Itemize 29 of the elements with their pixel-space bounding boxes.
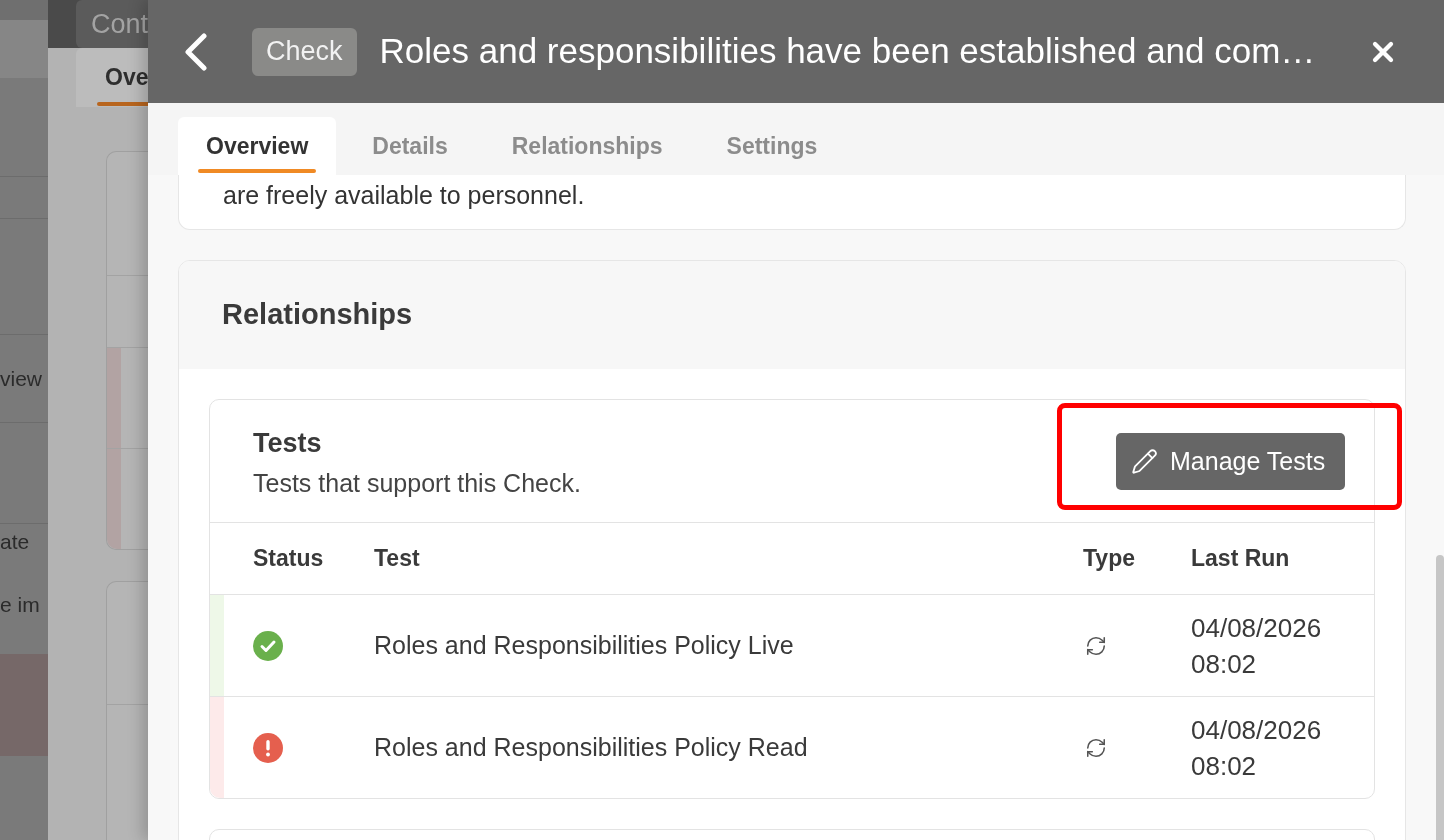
- tab[interactable]: Ove: [76, 48, 148, 107]
- sync-icon: [1085, 634, 1107, 657]
- panel-title: Roles and responsibilities have been established and com…: [379, 30, 1316, 73]
- pencil-icon: [1131, 448, 1158, 475]
- chevron-left-icon: [183, 32, 209, 71]
- last-run-time: 04/08/2026 08:02: [1191, 611, 1323, 681]
- test-row[interactable]: Roles and Responsibilities Policy Read 04/08/2026 08:02: [210, 696, 1374, 798]
- type-chip: Check: [252, 27, 357, 76]
- tab[interactable]: Overview: [178, 117, 337, 175]
- tests-subtitle: Tests that support this Check.: [253, 468, 581, 498]
- test-name: Roles and Responsibilities Policy Read: [374, 731, 809, 763]
- page-top-bar: [0, 0, 48, 20]
- section-title: Relationships: [222, 297, 413, 333]
- row-text: ate: [0, 529, 31, 555]
- sync-icon: [1085, 736, 1107, 759]
- test-row[interactable]: Roles and Responsibilities Policy Live 04/08/2026 08:02: [210, 594, 1374, 696]
- scrollbar-thumb[interactable]: [1436, 555, 1444, 840]
- type-chip: Cont: [76, 0, 148, 48]
- tests-title: Tests: [253, 428, 323, 458]
- column-header: Test: [374, 544, 421, 574]
- description-text: are freely available to personnel.: [223, 181, 586, 209]
- row-text: e im: [0, 592, 41, 618]
- manage-tests-button[interactable]: Manage Tests: [1116, 433, 1345, 490]
- column-header: Last Run: [1191, 544, 1291, 574]
- column-header: Type: [1083, 544, 1136, 574]
- column-header: Status: [252, 544, 325, 574]
- row-text: view: [0, 365, 42, 392]
- last-run-time: 04/08/2026 08:02: [1191, 713, 1323, 783]
- test-name: Roles and Responsibilities Policy Live: [374, 629, 795, 661]
